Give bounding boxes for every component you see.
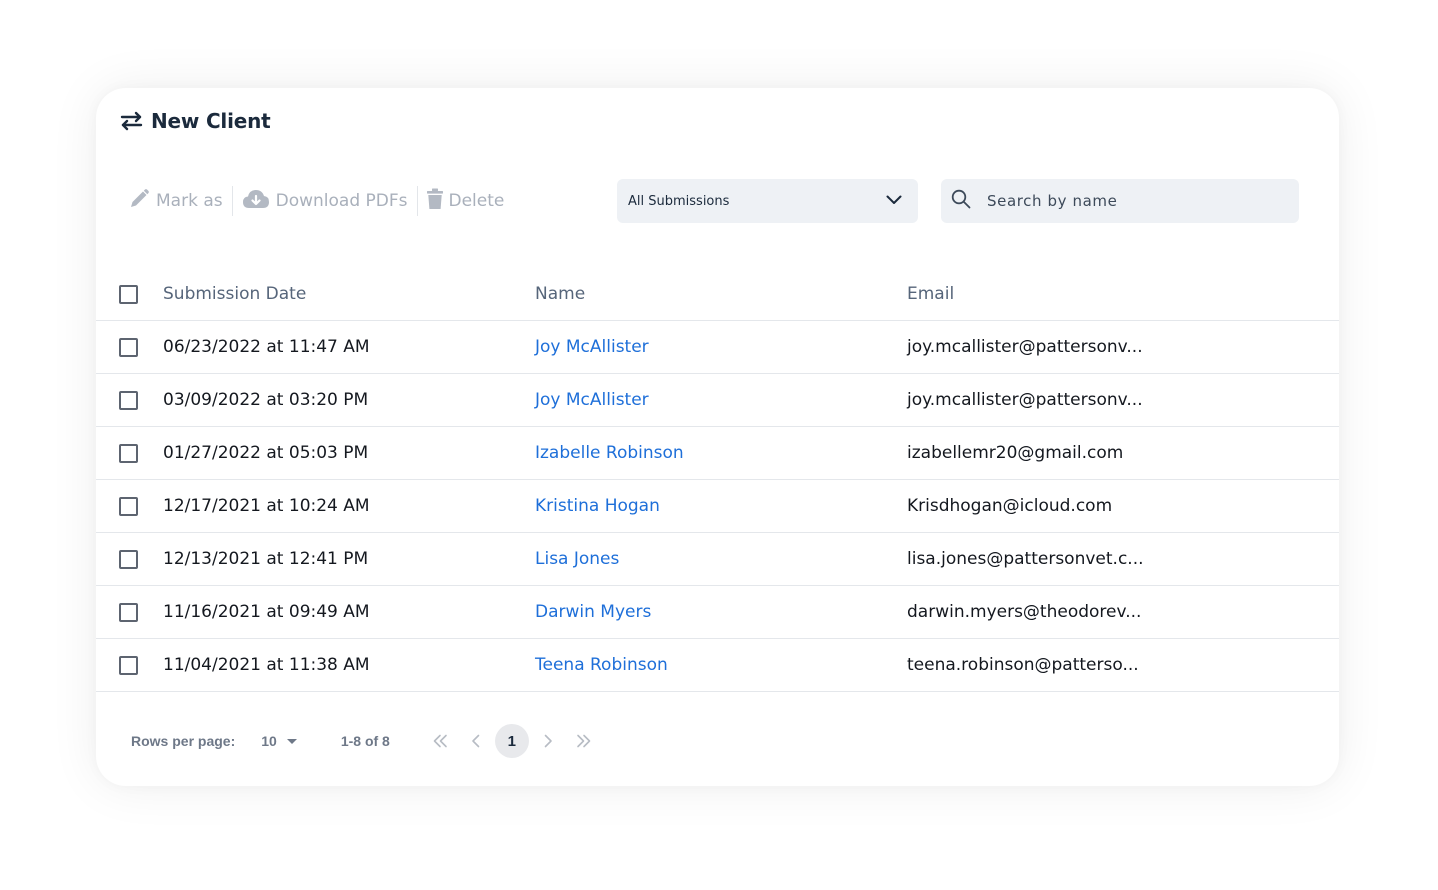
email-cell: Krisdhogan@icloud.com [907, 496, 1113, 516]
chevron-down-icon [886, 194, 902, 209]
row-checkbox[interactable] [119, 444, 138, 463]
select-all-checkbox[interactable] [119, 285, 138, 304]
page-title: New Client [120, 108, 271, 134]
submissions-table: Submission Date Name Email 06/23/2022 at… [96, 268, 1339, 692]
caret-down-icon [286, 738, 297, 744]
email-cell: teena.robinson@patterso... [907, 655, 1139, 675]
table-row: 11/04/2021 at 11:38 AM Teena Robinson teen… [96, 639, 1339, 692]
rows-per-page-select[interactable]: 10 [261, 733, 297, 749]
rows-per-page-label: Rows per page: [131, 733, 236, 749]
table-row: 11/16/2021 at 09:49 AM Darwin Myers darwin… [96, 586, 1339, 639]
search-box [941, 179, 1299, 223]
toolbar-divider [231, 186, 233, 216]
submission-date-cell: 11/04/2021 at 11:38 AM [163, 655, 370, 675]
pager: 1 [423, 724, 603, 758]
cloud-download-icon [242, 188, 270, 215]
toolbar-divider [416, 186, 418, 216]
page-title-text: New Client [151, 109, 271, 133]
column-header-name[interactable]: Name [535, 268, 585, 320]
rows-per-page-value: 10 [261, 733, 277, 749]
delete-button[interactable]: Delete [426, 184, 505, 218]
filter-selected-value: All Submissions [628, 193, 730, 209]
submission-date-cell: 03/09/2022 at 03:20 PM [163, 390, 369, 410]
submission-date-cell: 12/13/2021 at 12:41 PM [163, 549, 369, 569]
row-checkbox[interactable] [119, 550, 138, 569]
email-cell: lisa.jones@pattersonvet.c... [907, 549, 1144, 569]
pagination-range: 1-8 of 8 [340, 733, 390, 749]
row-checkbox[interactable] [119, 603, 138, 622]
trash-icon [426, 188, 443, 215]
download-pdfs-button[interactable]: Download PDFs [242, 184, 408, 218]
submission-date-cell: 12/17/2021 at 10:24 AM [163, 496, 370, 516]
submission-date-cell: 11/16/2021 at 09:49 AM [163, 602, 370, 622]
client-name-link[interactable]: Darwin Myers [535, 586, 651, 638]
submission-date-cell: 06/23/2022 at 11:47 AM [163, 337, 370, 357]
row-checkbox[interactable] [119, 338, 138, 357]
search-icon [951, 189, 971, 213]
submissions-filter-select[interactable]: All Submissions [617, 179, 918, 223]
row-checkbox[interactable] [119, 497, 138, 516]
table-row: 06/23/2022 at 11:47 AM Joy McAllister joy.… [96, 321, 1339, 374]
swap-arrows-icon [120, 111, 143, 131]
table-body: 06/23/2022 at 11:47 AM Joy McAllister joy.… [96, 321, 1339, 692]
double-chevron-left-icon [433, 734, 447, 748]
table-row: 12/17/2021 at 10:24 AM Kristina Hogan Kris… [96, 480, 1339, 533]
mark-as-button[interactable]: Mark as [128, 184, 223, 218]
client-name-link[interactable]: Teena Robinson [535, 639, 668, 691]
table-row: 01/27/2022 at 05:03 PM Izabelle Robinson i… [96, 427, 1339, 480]
client-name-link[interactable]: Joy McAllister [535, 374, 649, 426]
client-name-link[interactable]: Lisa Jones [535, 533, 619, 585]
chevron-left-icon [472, 734, 480, 748]
mark-as-label: Mark as [156, 191, 223, 211]
download-pdfs-label: Download PDFs [275, 191, 408, 211]
table-row: 12/13/2021 at 12:41 PM Lisa Jones lisa.jon… [96, 533, 1339, 586]
last-page-button[interactable] [567, 724, 601, 758]
next-page-button[interactable] [531, 724, 565, 758]
search-input[interactable] [985, 191, 1279, 211]
client-name-link[interactable]: Joy McAllister [535, 321, 649, 373]
submission-date-cell: 01/27/2022 at 05:03 PM [163, 443, 369, 463]
column-header-submission-date[interactable]: Submission Date [163, 268, 306, 320]
bulk-actions-toolbar: Mark as Download PDFs Delete [128, 184, 504, 218]
previous-page-button[interactable] [459, 724, 493, 758]
email-cell: darwin.myers@theodorev... [907, 602, 1142, 622]
client-name-link[interactable]: Izabelle Robinson [535, 427, 684, 479]
pencil-icon [128, 188, 150, 215]
first-page-button[interactable] [423, 724, 457, 758]
row-checkbox[interactable] [119, 391, 138, 410]
table-header-row: Submission Date Name Email [96, 268, 1339, 321]
email-cell: izabellemr20@gmail.com [907, 443, 1124, 463]
submissions-card: New Client Mark as Download PDFs Delete … [96, 88, 1339, 786]
email-cell: joy.mcallister@pattersonv... [907, 390, 1143, 410]
row-checkbox[interactable] [119, 656, 138, 675]
double-chevron-right-icon [577, 734, 591, 748]
page-1-button[interactable]: 1 [494, 724, 529, 758]
chevron-right-icon [544, 734, 552, 748]
pagination-bar: Rows per page: 10 1-8 of 8 1 [131, 724, 603, 758]
delete-label: Delete [448, 191, 505, 211]
table-row: 03/09/2022 at 03:20 PM Joy McAllister joy.… [96, 374, 1339, 427]
email-cell: joy.mcallister@pattersonv... [907, 337, 1143, 357]
column-header-email[interactable]: Email [907, 268, 954, 320]
client-name-link[interactable]: Kristina Hogan [535, 480, 660, 532]
